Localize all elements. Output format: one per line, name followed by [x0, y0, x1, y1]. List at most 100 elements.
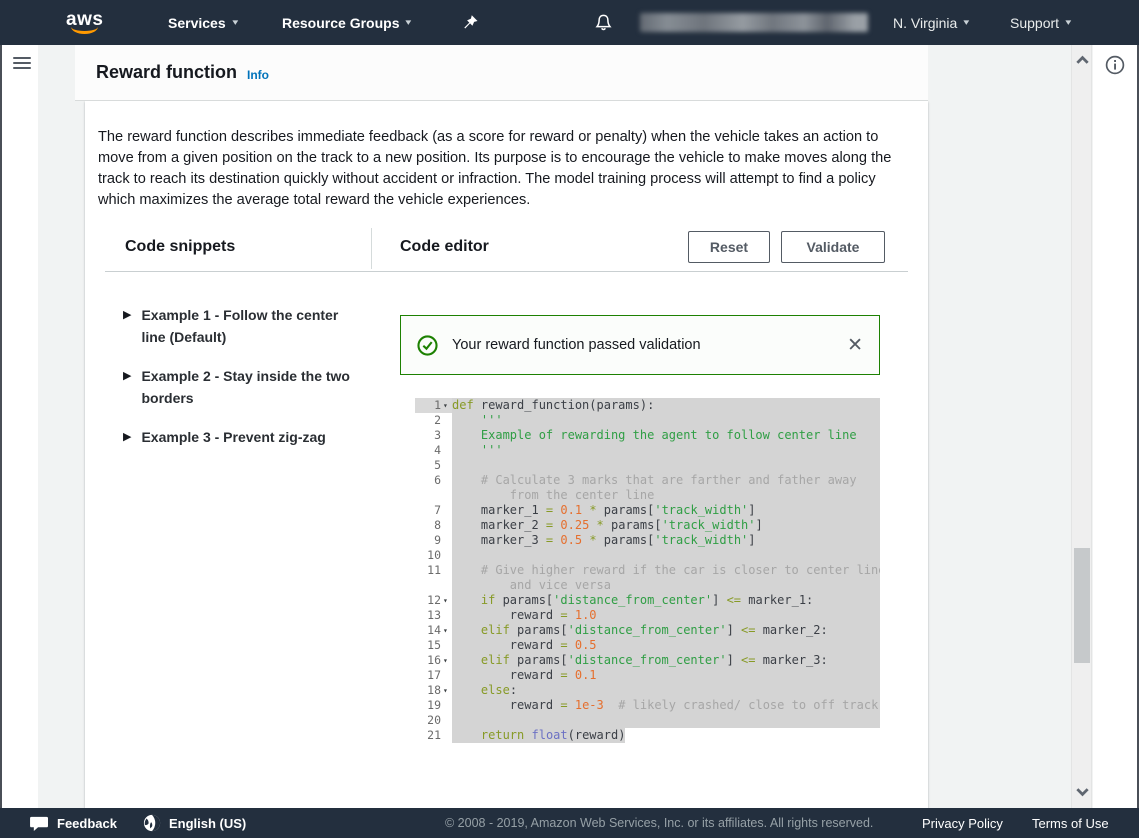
pushpin-icon-svg — [462, 14, 479, 31]
info-link[interactable]: Info — [247, 68, 269, 82]
fold-arrow-icon[interactable]: ▾ — [441, 653, 452, 668]
code-line: 17 reward = 0.1 — [415, 668, 880, 683]
nav-region-menu[interactable]: N. Virginia ▾ — [893, 0, 969, 45]
code-line: 3 Example of rewarding the agent to foll… — [415, 428, 880, 443]
copyright-text: © 2008 - 2019, Amazon Web Services, Inc.… — [445, 816, 873, 830]
line-number-gutter: 8 — [415, 518, 452, 533]
code-line: 21 return float(reward) — [415, 728, 880, 743]
chevron-down-icon: ▾ — [964, 17, 970, 28]
aws-logo-text: aws — [66, 9, 103, 30]
example-snippet-item-2[interactable]: ▶Example 2 - Stay inside the two borders — [123, 365, 373, 409]
close-icon[interactable]: ✕ — [847, 336, 863, 355]
line-number-gutter: 19 — [415, 698, 452, 713]
footer-bar: Feedback English (US) © 2008 - 2019, Ama… — [0, 808, 1139, 838]
code-line: 15 reward = 0.5 — [415, 638, 880, 653]
example-snippet-item-3[interactable]: ▶ Example 3 - Prevent zig-zag — [123, 426, 373, 448]
reset-button[interactable]: Reset — [688, 231, 770, 263]
code-line: 12▾ if params['distance_from_center'] <=… — [415, 593, 880, 608]
expand-triangle-icon[interactable]: ▶ — [123, 304, 131, 348]
column-divider — [371, 228, 372, 269]
validation-message: Your reward function passed validation — [452, 337, 847, 353]
bell-icon-svg — [594, 13, 613, 33]
expand-triangle-icon[interactable]: ▶ — [123, 365, 131, 409]
line-number-gutter: 11 — [415, 563, 452, 578]
line-number-gutter: 16▾ — [415, 653, 452, 668]
fold-arrow-icon[interactable]: ▾ — [441, 683, 452, 698]
speech-bubble-icon — [30, 815, 49, 832]
line-number-gutter: 1▾ — [415, 398, 452, 413]
reward-function-card: The reward function describes immediate … — [85, 101, 928, 808]
nav-services-label: Services — [168, 15, 226, 31]
example-snippet-label: Example 2 - Stay inside the two borders — [141, 365, 353, 409]
code-line-wrap: from the center line — [415, 488, 880, 503]
nav-support-menu[interactable]: Support ▾ — [1010, 0, 1071, 45]
line-number-gutter: 3 — [415, 428, 452, 443]
hamburger-menu-icon[interactable] — [13, 57, 31, 70]
top-navbar: aws Services ▾ Resource Groups ▾ N. Virg… — [0, 0, 1139, 45]
code-line: 10 — [415, 548, 880, 563]
window-left-border — [0, 45, 2, 808]
nav-services-menu[interactable]: Services ▾ — [168, 0, 237, 45]
code-line: 14▾ elif params['distance_from_center'] … — [415, 623, 880, 638]
line-number-gutter — [415, 488, 452, 503]
feedback-button[interactable]: Feedback — [30, 815, 117, 832]
line-number-gutter: 4 — [415, 443, 452, 458]
code-line: 9 marker_3 = 0.5 * params['track_width'] — [415, 533, 880, 548]
expand-triangle-icon[interactable]: ▶ — [123, 426, 131, 448]
nav-resource-groups-menu[interactable]: Resource Groups ▾ — [282, 0, 411, 45]
pushpin-icon[interactable] — [462, 0, 479, 45]
fold-arrow-icon[interactable]: ▾ — [441, 623, 452, 638]
code-snippet-examples-list: ▶Example 1 - Follow the center line (Def… — [123, 304, 373, 465]
code-line-wrap: and vice versa — [415, 578, 880, 593]
example-snippet-label: Example 3 - Prevent zig-zag — [141, 426, 353, 448]
privacy-policy-link[interactable]: Privacy Policy — [922, 816, 1003, 831]
section-divider — [105, 271, 908, 272]
line-number-gutter: 5 — [415, 458, 452, 473]
scrollbar-thumb[interactable] — [1074, 548, 1090, 663]
code-editor[interactable]: 1▾def reward_function(params):2 '''3 Exa… — [415, 398, 880, 743]
line-number-gutter: 20 — [415, 713, 452, 728]
example-snippet-item-1[interactable]: ▶Example 1 - Follow the center line (Def… — [123, 304, 373, 348]
code-line: 4 ''' — [415, 443, 880, 458]
line-number-gutter: 9 — [415, 533, 452, 548]
code-line: 13 reward = 1.0 — [415, 608, 880, 623]
code-line: 2 ''' — [415, 413, 880, 428]
line-number-gutter: 7 — [415, 503, 452, 518]
account-name-redacted[interactable] — [640, 13, 868, 32]
example-snippet-label: Example 1 - Follow the center line (Defa… — [141, 304, 353, 348]
chevron-down-icon: ▾ — [1065, 17, 1071, 28]
scrollbar-up-arrow-icon[interactable] — [1075, 53, 1090, 65]
chevron-down-icon: ▾ — [406, 17, 412, 28]
line-number-gutter: 12▾ — [415, 593, 452, 608]
aws-logo[interactable]: aws — [66, 0, 103, 45]
code-line: 1▾def reward_function(params): — [415, 398, 880, 413]
validation-success-banner: Your reward function passed validation ✕ — [400, 315, 880, 375]
language-selector[interactable]: English (US) — [143, 814, 246, 832]
line-number-gutter: 18▾ — [415, 683, 452, 698]
code-line: 7 marker_1 = 0.1 * params['track_width'] — [415, 503, 880, 518]
scrollbar-down-arrow-icon[interactable] — [1075, 785, 1090, 797]
globe-icon — [143, 814, 161, 832]
info-icon[interactable] — [1105, 55, 1125, 75]
line-number-gutter — [415, 578, 452, 593]
line-number-gutter: 13 — [415, 608, 452, 623]
notifications-bell-icon[interactable] — [594, 0, 613, 45]
terms-of-use-link[interactable]: Terms of Use — [1032, 816, 1109, 831]
success-check-icon — [417, 335, 438, 356]
line-number-gutter: 2 — [415, 413, 452, 428]
vertical-scrollbar[interactable] — [1071, 45, 1092, 808]
fold-arrow-icon[interactable]: ▾ — [441, 593, 452, 608]
nav-support-label: Support — [1010, 15, 1059, 31]
fold-arrow-icon[interactable]: ▾ — [441, 398, 452, 413]
code-snippets-heading: Code snippets — [125, 238, 235, 256]
page-title: Reward function — [96, 62, 237, 83]
code-line: 11 # Give higher reward if the car is cl… — [415, 563, 880, 578]
reward-function-description: The reward function describes immediate … — [98, 127, 898, 211]
code-line: 5 — [415, 458, 880, 473]
validate-button[interactable]: Validate — [781, 231, 885, 263]
code-line: 20 — [415, 713, 880, 728]
code-line: 16▾ elif params['distance_from_center'] … — [415, 653, 880, 668]
feedback-label: Feedback — [57, 816, 117, 831]
language-label: English (US) — [169, 816, 246, 831]
left-nav-rail — [2, 45, 38, 808]
